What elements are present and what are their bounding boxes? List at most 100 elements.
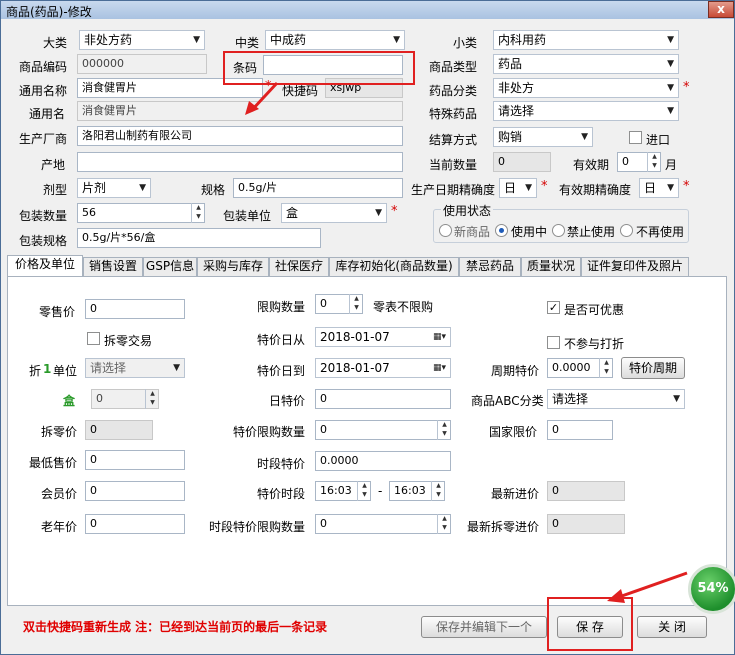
box-stepper[interactable]: ▲ ▼ [145, 389, 159, 409]
arrow-down-icon[interactable]: ▼ [438, 429, 451, 438]
prod-prec-label: 生产日期精确度 [411, 183, 496, 197]
valid-stepper[interactable]: ▲ ▼ [647, 152, 661, 172]
usage-radio-new[interactable] [439, 224, 452, 237]
national-field[interactable]: 0 [547, 420, 613, 440]
period-to-stepper[interactable]: ▲ ▼ [431, 481, 445, 501]
annotation-arrow-icon [607, 571, 688, 603]
arrow-down-icon[interactable]: ▼ [432, 490, 445, 499]
calendar-icon[interactable]: ▦▾ [433, 359, 446, 377]
xiaolei-value: 内科用药 [498, 33, 547, 47]
arrow-down-icon[interactable]: ▼ [146, 398, 159, 407]
period-limit-field[interactable]: 0 [315, 514, 451, 534]
min-price-field[interactable]: 0 [85, 450, 185, 470]
retail-field[interactable]: 0 [85, 299, 185, 319]
usage-radio-inuse[interactable] [495, 224, 508, 237]
retail-label: 零售价 [39, 305, 76, 319]
code-field[interactable]: 000000 [77, 54, 207, 74]
special-limit-stepper[interactable]: ▲ ▼ [437, 420, 451, 440]
arrow-up-icon[interactable]: ▲ [358, 481, 371, 490]
no-discount-checkbox[interactable] [547, 336, 560, 349]
save-highlight-box [547, 597, 633, 651]
period-limit-stepper[interactable]: ▲ ▼ [437, 514, 451, 534]
arrow-down-icon[interactable]: ▼ [192, 212, 205, 221]
period-special-field[interactable]: 0.0000 [315, 451, 451, 471]
tab-social-medical[interactable]: 社保医疗 [269, 257, 329, 276]
tab-purchase-stock[interactable]: 采购与库存 [197, 257, 269, 276]
arrow-up-icon[interactable]: ▲ [438, 514, 451, 523]
tab-gsp-info[interactable]: GSP信息 [143, 257, 197, 276]
period-time-label: 特价时段 [257, 487, 306, 501]
period-from-stepper[interactable]: ▲ ▼ [357, 481, 371, 501]
arrow-up-icon[interactable]: ▲ [146, 389, 159, 398]
chevron-down-icon: ▼ [581, 132, 588, 142]
arrow-down-icon[interactable]: ▼ [600, 367, 613, 376]
special-from-value: 2018-01-07 [320, 330, 390, 344]
usage-radio-forbidden[interactable] [552, 224, 565, 237]
zhonglei-select[interactable]: 中成药 ▼ [265, 30, 405, 50]
limit-qty-note: 零表不限购 [373, 300, 434, 314]
split-price-field: 0 [85, 420, 153, 440]
special-cycle-button[interactable]: 特价周期 [621, 357, 685, 379]
calendar-icon[interactable]: ▦▾ [433, 328, 446, 346]
abc-select[interactable]: 请选择 ▼ [547, 389, 685, 409]
dalei-select[interactable]: 非处方药 ▼ [79, 30, 205, 50]
type-select[interactable]: 药品 ▼ [493, 54, 679, 74]
form-select[interactable]: 片剂 ▼ [77, 178, 151, 198]
latest-split-field: 0 [547, 514, 625, 534]
maker-field[interactable]: 洛阳君山制药有限公司 [77, 126, 403, 146]
arrow-down-icon[interactable]: ▼ [350, 303, 363, 312]
drug-class-select[interactable]: 非处方 ▼ [493, 78, 679, 98]
tab-certificates[interactable]: 证件复印件及照片 [581, 257, 689, 276]
special-from-date[interactable]: 2018-01-07 ▦▾ [315, 327, 451, 347]
discount-checkbox[interactable]: ✓ [547, 301, 560, 314]
close-icon[interactable]: x [708, 1, 734, 18]
arrow-up-icon[interactable]: ▲ [192, 203, 205, 212]
arrow-up-icon[interactable]: ▲ [600, 358, 613, 367]
prod-prec-select[interactable]: 日 ▼ [499, 178, 537, 198]
chevron-down-icon: ▼ [667, 106, 674, 116]
limit-qty-stepper[interactable]: ▲ ▼ [349, 294, 363, 314]
special-limit-field[interactable]: 0 [315, 420, 451, 440]
usage-radio-discontinued[interactable] [620, 224, 633, 237]
arrow-up-icon[interactable]: ▲ [438, 420, 451, 429]
pack-unit-select[interactable]: 盒 ▼ [281, 203, 387, 223]
close-button[interactable]: 关 闭 [637, 616, 707, 638]
arrow-down-icon[interactable]: ▼ [358, 490, 371, 499]
xiaolei-select[interactable]: 内科用药 ▼ [493, 30, 679, 50]
special-to-date[interactable]: 2018-01-07 ▦▾ [315, 358, 451, 378]
latest-in-field: 0 [547, 481, 625, 501]
arrow-down-icon[interactable]: ▼ [438, 523, 451, 532]
fold-unit-select[interactable]: 请选择 ▼ [85, 358, 185, 378]
valid-prec-select[interactable]: 日 ▼ [639, 178, 679, 198]
pack-qty-stepper[interactable]: ▲ ▼ [191, 203, 205, 223]
arrow-up-icon[interactable]: ▲ [648, 152, 661, 161]
settle-select[interactable]: 购销 ▼ [493, 127, 593, 147]
arrow-up-icon[interactable]: ▲ [350, 294, 363, 303]
usage-option-new: 新商品 [454, 225, 491, 239]
tab-price-unit[interactable]: 价格及单位 [7, 255, 83, 276]
chevron-down-icon: ▼ [667, 183, 674, 193]
special-select[interactable]: 请选择 ▼ [493, 101, 679, 121]
tab-quality[interactable]: 质量状况 [521, 257, 581, 276]
origin-field[interactable] [77, 152, 403, 172]
spec-field[interactable]: 0.5g/片 [233, 178, 403, 198]
tab-sales-settings[interactable]: 销售设置 [83, 257, 143, 276]
pack-qty-field[interactable]: 56 [77, 203, 205, 223]
arrow-down-icon[interactable]: ▼ [648, 161, 661, 170]
senior-price-field[interactable]: 0 [85, 514, 185, 534]
save-and-next-button[interactable]: 保存并编辑下一个 [421, 616, 547, 638]
cycle-stepper[interactable]: ▲ ▼ [599, 358, 613, 378]
day-special-field[interactable]: 0 [315, 389, 451, 409]
limit-qty-label: 限购数量 [257, 300, 306, 314]
pack-unit-value: 盒 [286, 206, 299, 220]
import-checkbox[interactable] [629, 131, 642, 144]
chevron-down-icon: ▼ [393, 35, 400, 45]
chevron-down-icon: ▼ [193, 35, 200, 45]
pack-spec-field[interactable]: 0.5g/片*56/盒 [77, 228, 321, 248]
common-name2-field[interactable]: 消食健胃片 [77, 101, 403, 121]
member-price-field[interactable]: 0 [85, 481, 185, 501]
arrow-up-icon[interactable]: ▲ [432, 481, 445, 490]
tab-stock-init[interactable]: 库存初始化(商品数量) [329, 257, 459, 276]
split-trade-checkbox[interactable] [87, 332, 100, 345]
tab-contraindicated[interactable]: 禁忌药品 [459, 257, 521, 276]
